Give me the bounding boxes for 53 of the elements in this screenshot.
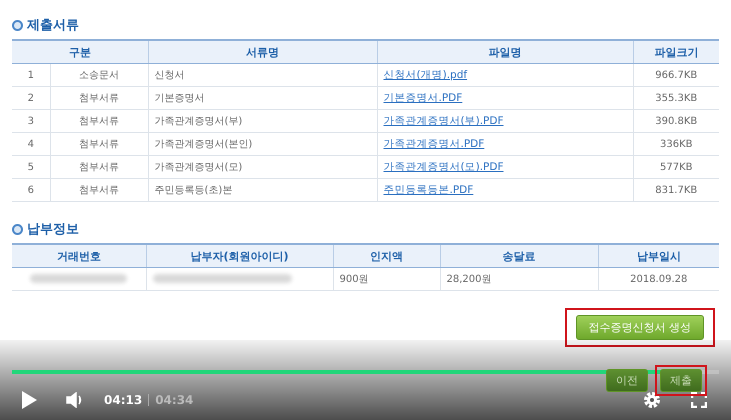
column-header: 거래번호 — [12, 244, 146, 268]
table-cell: 2018.09.28 — [598, 268, 719, 290]
column-header: 서류명 — [148, 40, 377, 64]
table-cell: 첨부서류 — [50, 86, 148, 110]
previous-button[interactable]: 이전 — [606, 369, 648, 392]
table-cell: 신청서 — [148, 64, 377, 86]
table-cell: 가족관계증명서(부) — [148, 110, 377, 132]
table-cell: 가족관계증명서(모) — [148, 156, 377, 178]
file-link[interactable]: 기본증명서.PDF — [384, 92, 462, 104]
table-cell: 첨부서류 — [50, 132, 148, 156]
table-cell: 831.7KB — [633, 178, 719, 202]
column-header: 인지액 — [333, 244, 440, 268]
file-link[interactable]: 가족관계증명서(부).PDF — [384, 115, 504, 127]
duration: 04:34 — [155, 393, 194, 407]
section-title-text: 납부정보 — [27, 221, 79, 238]
table-cell: 2 — [12, 86, 50, 110]
section-title-text: 제출서류 — [27, 17, 79, 34]
column-header: 납부일시 — [598, 244, 719, 268]
bullet-icon — [12, 20, 23, 30]
table-cell: 3 — [12, 110, 50, 132]
settings-icon[interactable] — [643, 391, 661, 409]
table-cell: 소송문서 — [50, 64, 148, 86]
file-link[interactable]: 신청서(개명).pdf — [384, 69, 468, 81]
file-link[interactable]: 가족관계증명서.PDF — [384, 138, 484, 150]
column-header: 송달료 — [440, 244, 598, 268]
table-cell: 첨부서류 — [50, 178, 148, 202]
table-cell: 첨부서류 — [50, 156, 148, 178]
table-cell: 가족관계증명서(본인) — [148, 132, 377, 156]
table-cell: 28,200원 — [440, 268, 598, 290]
column-header: 구분 — [12, 40, 148, 64]
file-link[interactable]: 가족관계증명서(모).PDF — [384, 161, 504, 173]
bullet-icon — [12, 224, 23, 234]
current-time: 04:13 — [104, 393, 142, 407]
column-header: 납부자(회원아이디) — [146, 244, 333, 268]
table-cell: 966.7KB — [633, 64, 719, 86]
fullscreen-icon[interactable] — [691, 392, 707, 408]
table-cell: 355.3KB — [633, 86, 719, 110]
submit-button[interactable]: 제출 — [660, 369, 702, 392]
play-icon[interactable] — [20, 390, 38, 410]
column-header: 파일명 — [377, 40, 633, 64]
column-header: 파일크기 — [633, 40, 719, 64]
table-cell: 900원 — [333, 268, 440, 290]
table-cell: 1 — [12, 64, 50, 86]
table-cell: 4 — [12, 132, 50, 156]
table-cell: 기본증명서 — [148, 86, 377, 110]
table-cell: 6 — [12, 178, 50, 202]
table-cell: 첨부서류 — [50, 110, 148, 132]
table-cell: 주민등록등(초)본 — [148, 178, 377, 202]
table-cell: 390.8KB — [633, 110, 719, 132]
table-cell: 336KB — [633, 132, 719, 156]
file-link[interactable]: 주민등록등본.PDF — [384, 184, 474, 196]
table-cell: 5 — [12, 156, 50, 178]
table-cell: 577KB — [633, 156, 719, 178]
